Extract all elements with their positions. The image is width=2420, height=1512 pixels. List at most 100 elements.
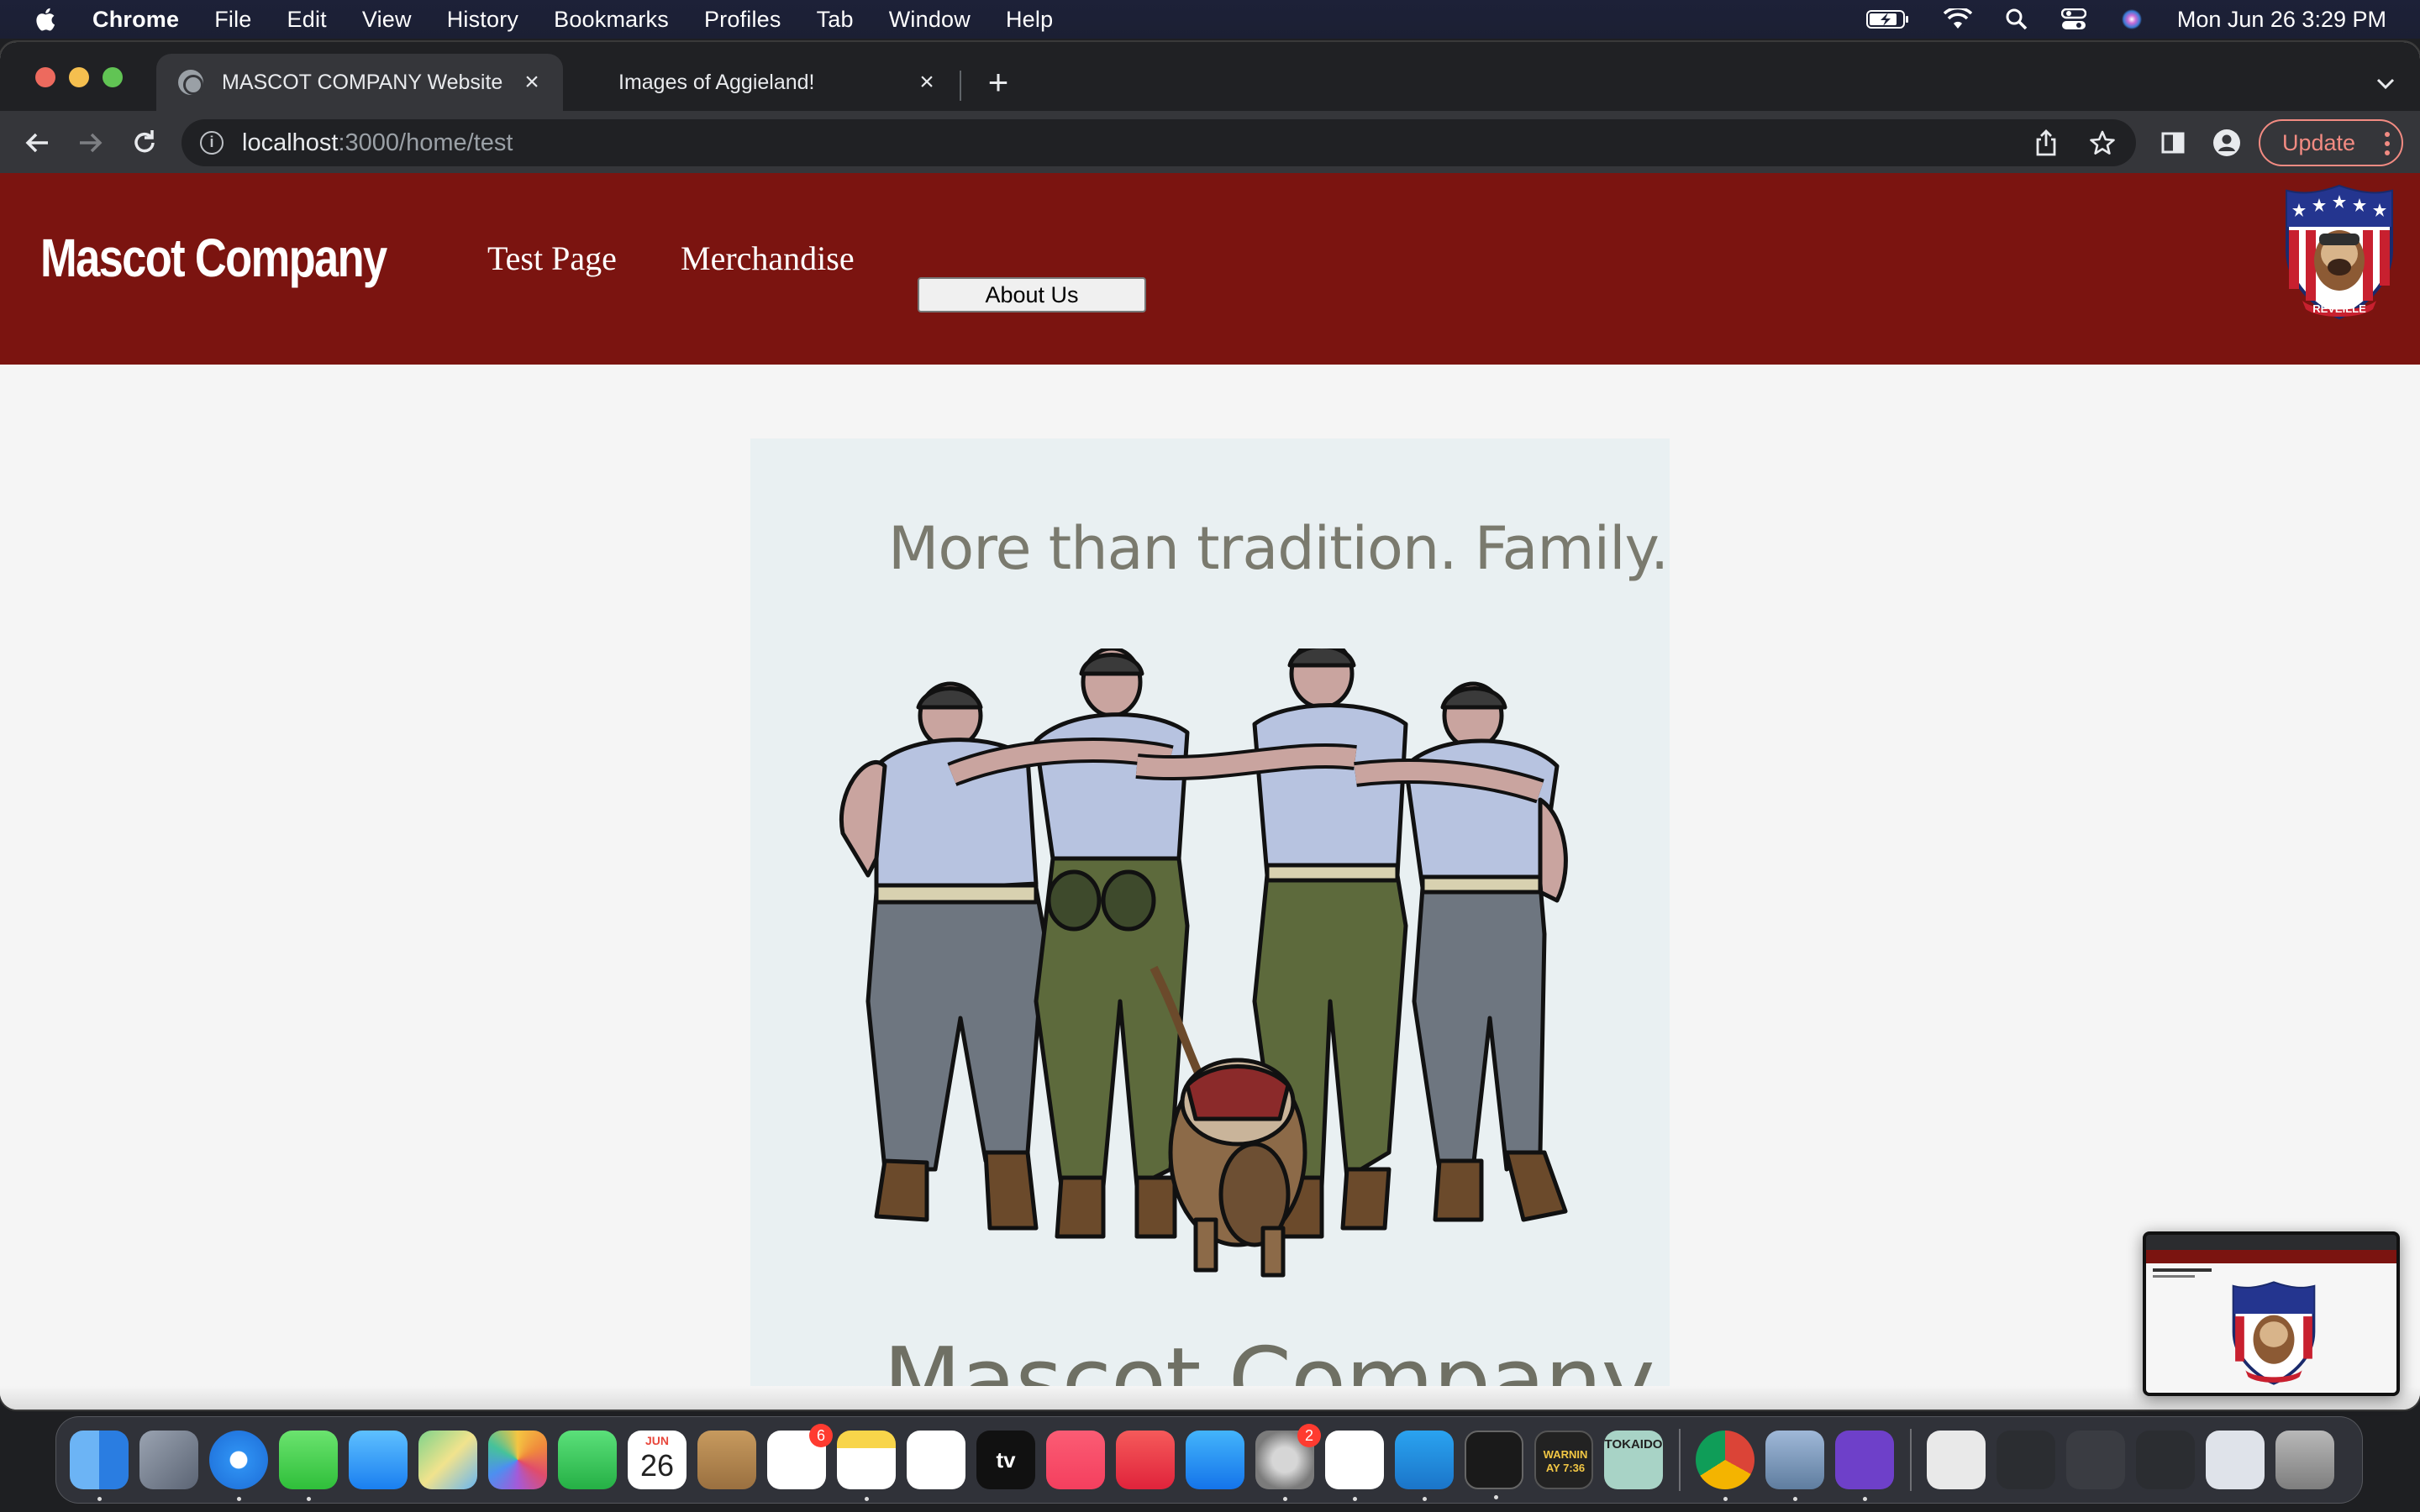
minimized-window-2[interactable]: [2066, 1431, 2125, 1489]
macos-dock: JUN 26 6 tv 2 WARNIN AY 7:36 TOKAIDO: [55, 1416, 2363, 1504]
minimized-window-1[interactable]: [1996, 1431, 2055, 1489]
more-menu-icon[interactable]: [2385, 131, 2390, 156]
google-chrome-icon[interactable]: [1696, 1431, 1754, 1501]
forward-arrow-icon[interactable]: [74, 126, 108, 160]
menu-bar-clock[interactable]: Mon Jun 26 3:29 PM: [2177, 7, 2386, 33]
siri-icon[interactable]: [2120, 8, 2144, 31]
console-icon[interactable]: WARNIN AY 7:36: [1534, 1431, 1593, 1489]
tab-close-icon[interactable]: ×: [519, 70, 544, 95]
minimized-window-4[interactable]: [2206, 1431, 2265, 1489]
notification-badge: 6: [809, 1424, 833, 1447]
tab-search-chevron-icon[interactable]: [2373, 71, 2398, 96]
tokaido-icon[interactable]: TOKAIDO: [1604, 1431, 1663, 1489]
tab-close-icon[interactable]: ×: [914, 70, 939, 95]
menu-app-chrome[interactable]: Chrome: [92, 7, 179, 33]
site-info-icon[interactable]: i: [200, 131, 224, 155]
trash-icon[interactable]: [2275, 1431, 2334, 1489]
wifi-icon[interactable]: [1943, 8, 1972, 30]
tab-title: MASCOT COMPANY Website: [222, 70, 503, 94]
terminal-icon[interactable]: [1465, 1431, 1523, 1499]
menu-bookmarks[interactable]: Bookmarks: [554, 7, 669, 33]
tab-separator: [960, 71, 961, 101]
window-zoom-button[interactable]: [103, 67, 123, 87]
running-indicator: [1723, 1497, 1728, 1501]
side-panel-icon[interactable]: [2156, 126, 2190, 160]
finder-icon[interactable]: [70, 1431, 129, 1501]
messages-icon[interactable]: [279, 1431, 338, 1501]
share-icon[interactable]: [2033, 129, 2059, 156]
address-bar[interactable]: i localhost:3000/home/test: [182, 119, 2136, 166]
bookmark-star-icon[interactable]: [2089, 129, 2116, 156]
nav-link-test-page[interactable]: Test Page: [487, 239, 617, 278]
github-desktop-icon[interactable]: [1835, 1431, 1894, 1501]
tab-images-of-aggieland[interactable]: Images of Aggieland! ×: [580, 54, 958, 111]
freeform-icon[interactable]: [907, 1431, 965, 1489]
calendar-icon[interactable]: JUN 26: [628, 1431, 687, 1489]
preview-icon[interactable]: [1765, 1431, 1824, 1501]
nav-link-merchandise[interactable]: Merchandise: [681, 239, 855, 278]
maps-icon[interactable]: [418, 1431, 477, 1489]
reload-icon[interactable]: [128, 126, 161, 160]
thumbnail-page-body: [2146, 1263, 2396, 1393]
running-indicator: [307, 1497, 311, 1501]
address-bar-url[interactable]: localhost:3000/home/test: [242, 129, 513, 157]
collie-dog-figure: [1168, 1058, 1307, 1278]
cadet-figure-2: [1034, 648, 1190, 1239]
reveille-shield-logo-icon[interactable]: REVEILLE: [2282, 183, 2396, 321]
menu-window[interactable]: Window: [889, 7, 971, 33]
apple-logo-icon[interactable]: [34, 6, 55, 33]
minimized-window-3[interactable]: [2136, 1431, 2195, 1489]
apple-tv-icon[interactable]: tv: [976, 1431, 1035, 1489]
thumbnail-site-header: [2146, 1250, 2396, 1263]
profile-avatar-icon[interactable]: [2210, 126, 2244, 160]
thumbnail-heading-line: [2153, 1268, 2212, 1272]
reminders-icon[interactable]: 6: [767, 1424, 833, 1489]
contacts-icon[interactable]: [697, 1431, 756, 1489]
facetime-icon[interactable]: [558, 1431, 617, 1489]
notes-icon[interactable]: [837, 1431, 896, 1501]
menu-profiles[interactable]: Profiles: [704, 7, 781, 33]
music-icon[interactable]: [1046, 1431, 1105, 1489]
menu-edit[interactable]: Edit: [287, 7, 327, 33]
tab-mascot-company[interactable]: MASCOT COMPANY Website ×: [156, 54, 563, 111]
nav-button-about-us[interactable]: About Us: [918, 277, 1146, 312]
thumbnail-shield-logo-icon: [2232, 1281, 2316, 1385]
running-indicator: [1423, 1497, 1427, 1501]
tab-strip: MASCOT COMPANY Website × Images of Aggie…: [0, 42, 2420, 111]
spotlight-search-icon[interactable]: [2006, 8, 2028, 30]
new-tab-button[interactable]: +: [980, 65, 1017, 102]
menu-view[interactable]: View: [362, 7, 412, 33]
badge-text: REVEILLE: [2312, 302, 2366, 315]
slack-icon[interactable]: [1325, 1431, 1384, 1501]
running-indicator: [237, 1497, 241, 1501]
control-center-icon[interactable]: [2060, 8, 2086, 30]
news-icon[interactable]: [1116, 1431, 1175, 1489]
site-logo-text[interactable]: Mascot Company: [40, 227, 387, 289]
menu-file[interactable]: File: [214, 7, 251, 33]
menu-tab[interactable]: Tab: [817, 7, 854, 33]
running-indicator: [1494, 1495, 1498, 1499]
mail-icon[interactable]: [349, 1431, 408, 1489]
window-close-button[interactable]: [35, 67, 55, 87]
launchpad-icon[interactable]: [139, 1431, 198, 1489]
app-store-icon[interactable]: [1186, 1431, 1244, 1489]
menu-history[interactable]: History: [447, 7, 518, 33]
thumbnail-browser-chrome: [2146, 1235, 2396, 1250]
address-bar-actions: [2033, 129, 2116, 156]
menu-help[interactable]: Help: [1006, 7, 1053, 33]
dock-separator: [1679, 1429, 1681, 1491]
screenshot-preview-thumbnail[interactable]: [2143, 1231, 2400, 1396]
photos-icon[interactable]: [488, 1431, 547, 1489]
vscode-icon[interactable]: [1395, 1431, 1454, 1501]
cadets-with-dog-illustration: [839, 648, 1568, 1278]
safari-icon[interactable]: [209, 1431, 268, 1501]
hero-tagline: More than tradition. Family.: [888, 514, 1669, 583]
downloads-stack-icon[interactable]: [1927, 1431, 1986, 1489]
chrome-update-button[interactable]: Update: [2259, 119, 2403, 166]
window-minimize-button[interactable]: [69, 67, 89, 87]
menu-bar-status-area: Mon Jun 26 3:29 PM: [1865, 0, 2420, 39]
site-header: Mascot Company Test Page Merchandise Abo…: [0, 173, 2420, 365]
battery-charging-icon[interactable]: [1865, 9, 1910, 29]
system-settings-icon[interactable]: 2: [1255, 1424, 1321, 1501]
back-arrow-icon[interactable]: [20, 126, 54, 160]
